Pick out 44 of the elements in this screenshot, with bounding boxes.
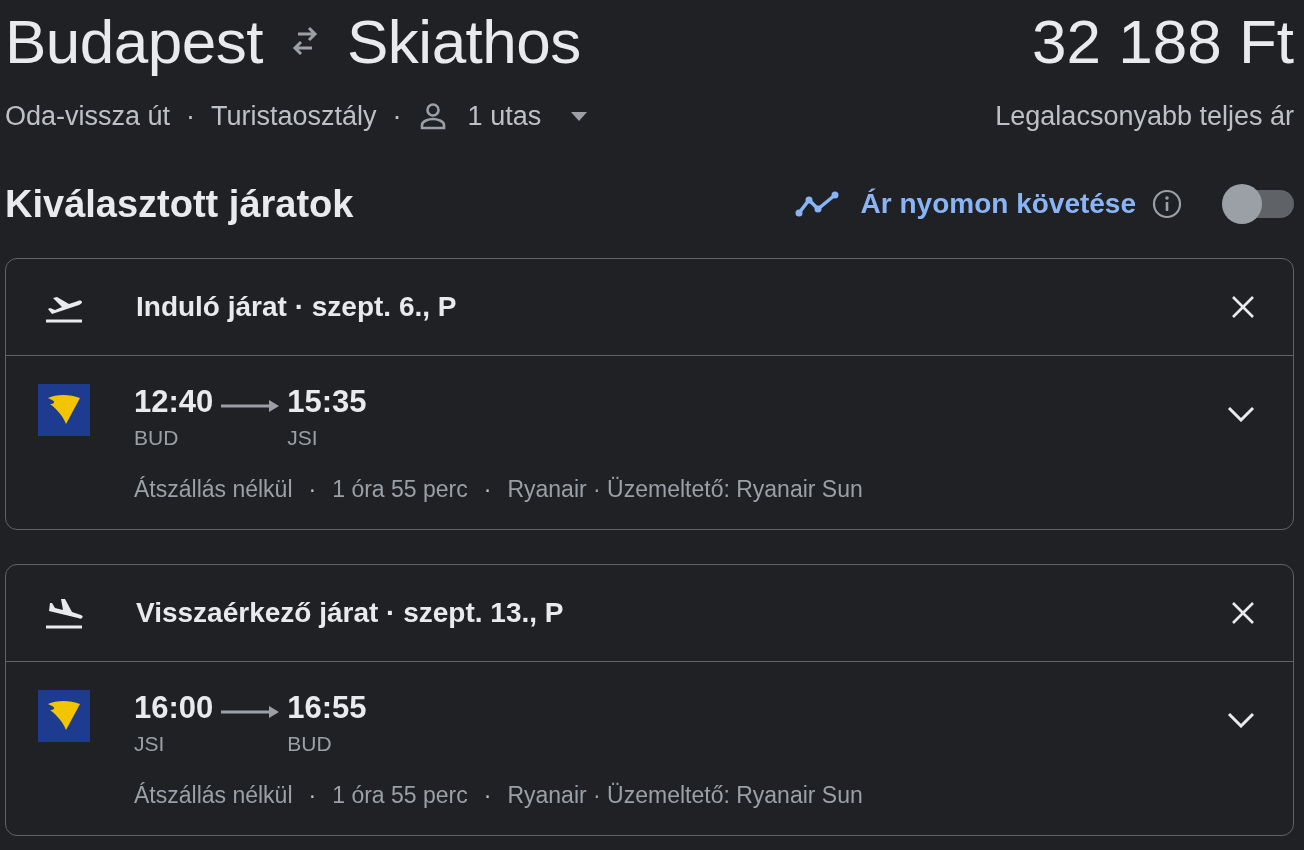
destination-city: Skiathos	[347, 5, 581, 77]
cabin-class[interactable]: Turistaosztály	[211, 100, 377, 132]
stops-text: Átszállás nélkül	[134, 782, 293, 809]
separator-dot: ·	[483, 476, 492, 503]
arrival-time: 15:35	[287, 384, 367, 420]
chevron-down-icon[interactable]	[1227, 712, 1255, 728]
separator-dot: ·	[308, 476, 317, 503]
arrow-icon	[221, 706, 280, 718]
separator-dot: ·	[483, 782, 492, 809]
flight-leg-title: Induló járat · szept. 6., P	[136, 291, 457, 323]
duration-text: 1 óra 55 perc	[332, 476, 468, 503]
price-tracking-toggle[interactable]	[1222, 184, 1294, 224]
airline-logo-icon	[38, 690, 90, 742]
airport-code: BUD	[287, 732, 333, 756]
airport-code: JSI	[134, 732, 166, 756]
duration-text: 1 óra 55 perc	[332, 782, 468, 809]
price: 32 188 Ft	[1032, 5, 1294, 77]
airport-code: BUD	[134, 426, 180, 450]
airline-text: Ryanair · Üzemeltető: Ryanair Sun	[507, 476, 863, 503]
close-icon[interactable]	[1231, 601, 1255, 625]
separator-dot: ·	[392, 100, 402, 132]
airline-logo-icon	[38, 384, 90, 436]
price-note: Legalacsonyabb teljes ár	[995, 100, 1294, 132]
trip-type[interactable]: Oda-vissza út	[5, 100, 171, 132]
trend-line-icon	[794, 190, 841, 218]
origin-city: Budapest	[5, 5, 263, 77]
plane-landing-icon	[44, 597, 84, 629]
departure-time: 12:40	[134, 384, 214, 420]
price-tracking-label: Ár nyomon követése	[860, 188, 1136, 220]
section-title: Kiválasztott járatok	[5, 182, 354, 226]
chevron-down-icon[interactable]	[1227, 406, 1255, 422]
separator-dot: ·	[308, 782, 317, 809]
arrow-icon	[221, 400, 280, 412]
info-icon[interactable]	[1152, 189, 1182, 219]
departure-time: 16:00	[134, 690, 214, 726]
stops-text: Átszállás nélkül	[134, 476, 293, 503]
close-icon[interactable]	[1231, 295, 1255, 319]
flight-leg-title: Visszaérkező járat · szept. 13., P	[136, 597, 564, 629]
passenger-dropdown[interactable]: 1 utas	[417, 100, 588, 132]
caret-icon	[571, 111, 588, 121]
separator-dot: ·	[186, 100, 196, 132]
arrival-time: 16:55	[287, 690, 367, 726]
airline-text: Ryanair · Üzemeltető: Ryanair Sun	[507, 782, 863, 809]
airport-code: JSI	[287, 426, 319, 450]
